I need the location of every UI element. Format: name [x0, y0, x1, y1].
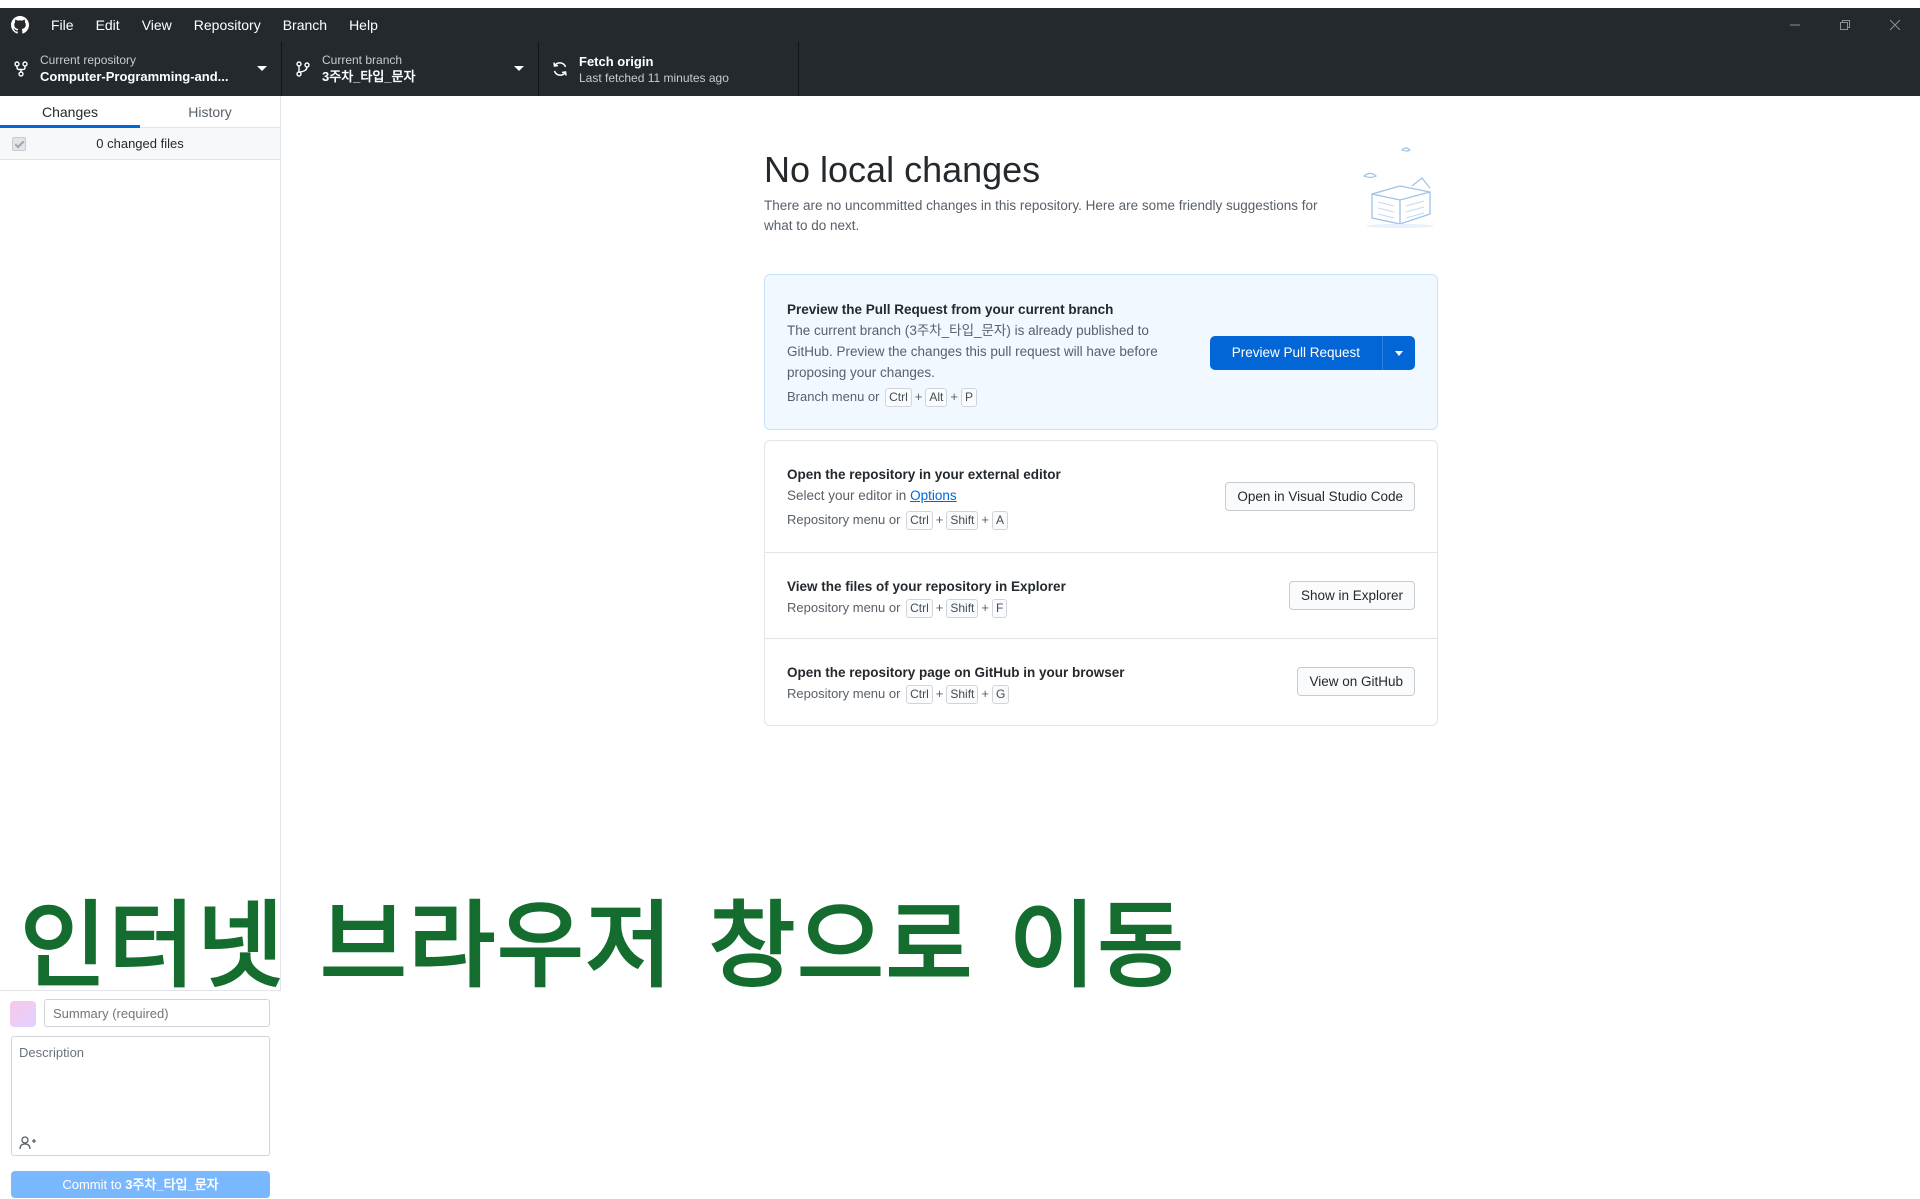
title-bar: File Edit View Repository Branch Help [0, 8, 1920, 42]
key-ctrl: Ctrl [906, 598, 933, 618]
menu-help[interactable]: Help [338, 8, 389, 42]
menu-bar: File Edit View Repository Branch Help [40, 8, 389, 42]
tab-history[interactable]: History [140, 96, 280, 127]
menu-branch[interactable]: Branch [272, 8, 338, 42]
key-shift: Shift [946, 598, 979, 618]
pr-branch-name: 3주차_타입_문자 [909, 323, 1007, 338]
key-p: P [961, 387, 978, 407]
editor-desc-text: Select your editor in [787, 488, 911, 503]
suggestions-content: No local changes There are no uncommitte… [764, 147, 1438, 726]
key-ctrl: Ctrl [885, 387, 912, 407]
show-in-explorer-button[interactable]: Show in Explorer [1288, 581, 1415, 610]
options-link[interactable]: Options [910, 488, 957, 503]
open-editor-shortcut: Repository menu or Ctrl + Shift + A [787, 509, 1415, 531]
key-ctrl: Ctrl [906, 684, 933, 704]
show-in-explorer-row: View the files of your repository in Exp… [765, 553, 1437, 639]
repo-icon [12, 60, 30, 78]
preview-pull-request-label[interactable]: Preview Pull Request [1210, 336, 1383, 370]
menu-edit[interactable]: Edit [85, 8, 131, 42]
empty-state-illustration [1358, 144, 1438, 228]
chevron-down-icon [514, 66, 524, 71]
key-ctrl: Ctrl [906, 510, 933, 530]
pull-request-title: Preview the Pull Request from your curre… [787, 302, 1114, 317]
key-g: G [991, 684, 1010, 704]
shortcut-prefix: Branch menu or [787, 389, 880, 404]
description-field[interactable]: Description [11, 1036, 270, 1156]
open-in-vscode-button[interactable]: Open in Visual Studio Code [1225, 482, 1415, 511]
pull-request-description: The current branch (3주차_타입_문자) is alread… [787, 320, 1187, 383]
pull-request-shortcut: Branch menu or Ctrl + Alt + P [787, 386, 1415, 408]
commit-area: Description Commit to 3주차_타입_문자 [0, 990, 281, 1199]
pr-desc-start: The current branch ( [787, 323, 910, 338]
fetch-title: Fetch origin [579, 53, 654, 69]
sidebar-tabs: Changes History [0, 96, 280, 128]
shortcut-prefix: Repository menu or [787, 600, 901, 615]
github-logo-icon [0, 8, 40, 42]
menu-repository[interactable]: Repository [183, 8, 272, 42]
page-title: No local changes [764, 149, 1041, 190]
key-a: A [991, 510, 1008, 530]
avatar [10, 1001, 36, 1027]
commit-button-prefix: Commit to [62, 1177, 126, 1192]
repository-label: Current repository [40, 52, 137, 67]
sync-icon [551, 60, 569, 78]
key-shift: Shift [946, 510, 979, 530]
close-icon[interactable] [1870, 8, 1920, 42]
current-branch-dropdown[interactable]: Current branch 3주차_타입_문자 [282, 42, 539, 96]
branch-icon [294, 60, 312, 78]
title-row: No local changes There are no uncommitte… [764, 147, 1438, 256]
changed-files-header: 0 changed files [0, 128, 280, 160]
page-subtitle: There are no uncommitted changes in this… [764, 198, 1318, 233]
shortcut-prefix: Repository menu or [787, 686, 901, 701]
preview-pull-request-card: Preview the Pull Request from your curre… [764, 274, 1438, 430]
preview-pull-request-button[interactable]: Preview Pull Request [1209, 336, 1415, 370]
key-shift: Shift [946, 684, 979, 704]
view-on-github-button[interactable]: View on GitHub [1297, 667, 1415, 696]
chevron-down-icon [257, 66, 267, 71]
chevron-down-icon[interactable] [1383, 336, 1415, 370]
repository-name: Computer-Programming-and... [40, 68, 229, 84]
overlay-caption: 인터넷 브라우저 창으로 이동 [20, 892, 1186, 1001]
branch-name: 3주차_타입_문자 [322, 68, 416, 84]
menu-file[interactable]: File [40, 8, 85, 42]
menu-view[interactable]: View [131, 8, 183, 42]
actions-card: Open the repository in your external edi… [764, 440, 1438, 726]
branch-label: Current branch [322, 52, 403, 67]
summary-input[interactable] [44, 999, 270, 1027]
commit-button-branch: 3주차_타입_문자 [125, 1177, 219, 1192]
open-editor-row: Open the repository in your external edi… [765, 441, 1437, 553]
commit-button[interactable]: Commit to 3주차_타입_문자 [11, 1171, 270, 1198]
description-placeholder: Description [19, 1045, 85, 1060]
shortcut-prefix: Repository menu or [787, 512, 901, 527]
key-alt: Alt [925, 387, 948, 407]
add-coauthor-icon[interactable] [19, 1135, 37, 1151]
restore-icon[interactable] [1820, 8, 1870, 42]
view-on-github-row: Open the repository page on GitHub in yo… [765, 639, 1437, 725]
fetch-origin-button[interactable]: Fetch origin Last fetched 11 minutes ago [539, 42, 799, 96]
fetch-status: Last fetched 11 minutes ago [579, 70, 729, 85]
changed-files-count: 0 changed files [96, 136, 184, 151]
window-controls [1770, 8, 1920, 42]
tab-changes[interactable]: Changes [0, 96, 140, 128]
select-all-checkbox[interactable] [12, 137, 26, 151]
key-f: F [991, 598, 1008, 618]
minimize-icon[interactable] [1770, 8, 1820, 42]
current-repository-dropdown[interactable]: Current repository Computer-Programming-… [0, 42, 282, 96]
toolbar: Current repository Computer-Programming-… [0, 42, 1920, 96]
main-panel: No local changes There are no uncommitte… [282, 96, 1920, 1199]
